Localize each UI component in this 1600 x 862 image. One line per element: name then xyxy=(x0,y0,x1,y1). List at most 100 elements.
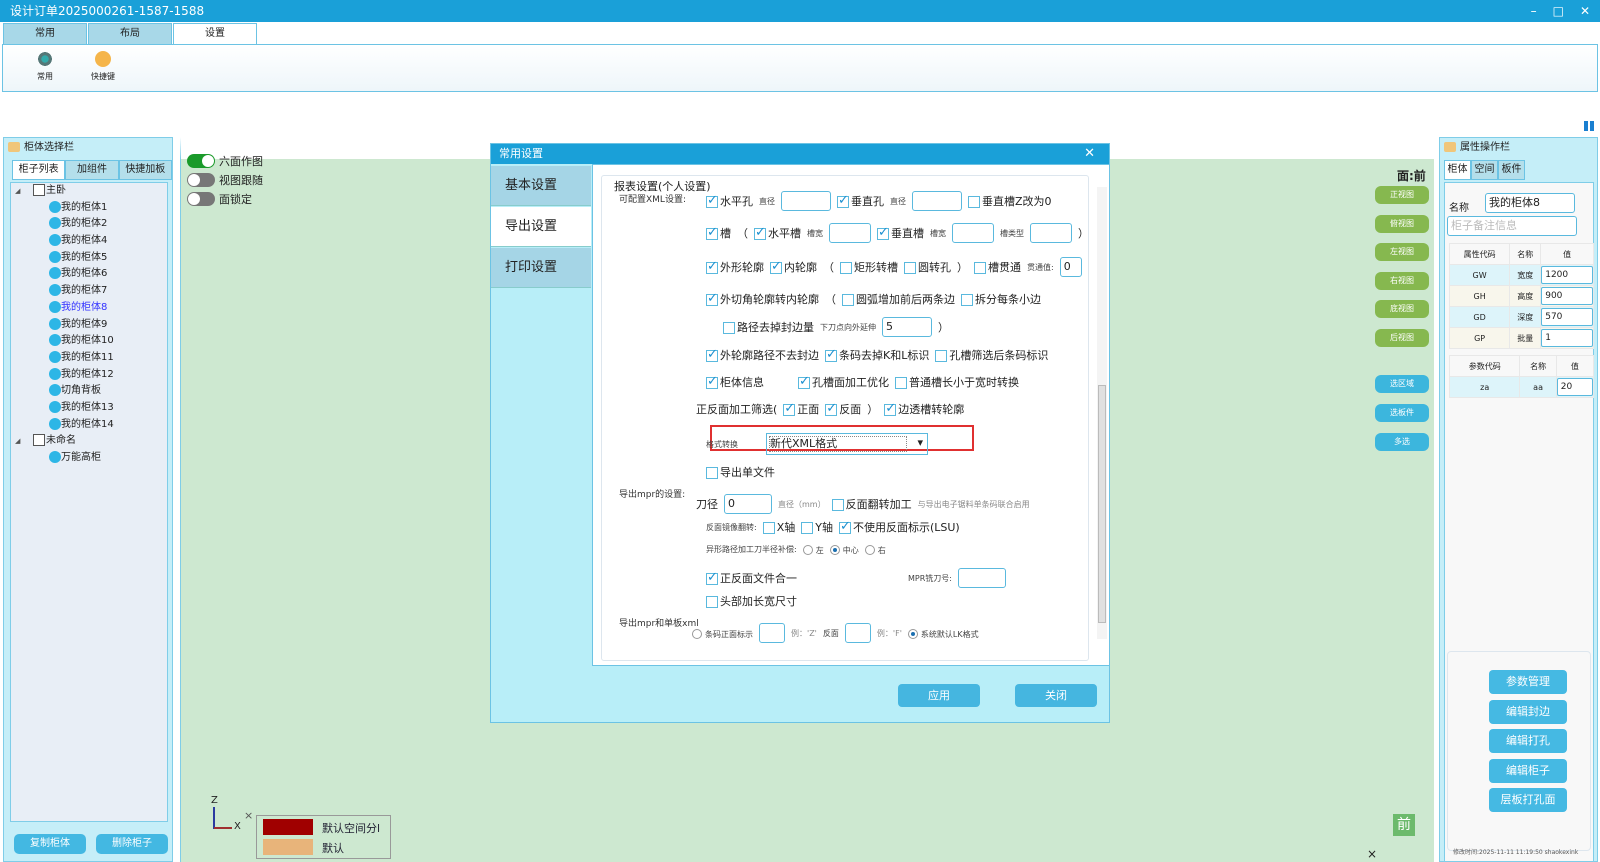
checkbox-10-3[interactable]: 反面翻转加工 xyxy=(831,496,912,512)
text-input[interactable] xyxy=(952,223,994,243)
action-button[interactable]: 层板打孔面 xyxy=(1489,788,1567,812)
radio[interactable] xyxy=(692,628,702,639)
checkbox[interactable] xyxy=(706,570,718,585)
toggle-face-lock[interactable]: 面锁定 xyxy=(187,191,252,207)
tab-layout[interactable]: 布局 xyxy=(88,23,172,45)
checkbox[interactable] xyxy=(754,225,766,240)
delete-cabinet-button[interactable]: 删除柜子 xyxy=(96,834,168,854)
checkbox[interactable] xyxy=(968,196,980,208)
checkbox[interactable] xyxy=(770,259,782,274)
checkbox[interactable] xyxy=(706,225,718,240)
checkbox-7-4[interactable]: 边透槽转轮廓 xyxy=(884,401,964,417)
value-input[interactable]: 900 xyxy=(1541,287,1593,305)
tab-quick-add-board[interactable]: 快捷加板 xyxy=(118,160,172,180)
action-button[interactable]: 编辑柜子 xyxy=(1489,758,1567,783)
checkbox-0-3[interactable]: 垂直孔 xyxy=(837,193,884,209)
close-button[interactable]: 关闭 xyxy=(1015,684,1097,707)
radio-12-3[interactable]: 右 xyxy=(864,543,886,556)
tree-item[interactable]: 我的柜体12 xyxy=(11,367,167,384)
tree-item[interactable]: 我的柜体5 xyxy=(11,250,167,267)
checkbox[interactable] xyxy=(762,522,775,534)
tree-item[interactable]: 我的柜体4 xyxy=(11,233,167,250)
checkbox-7-2[interactable]: 反面 xyxy=(825,401,861,417)
checkbox[interactable] xyxy=(877,225,889,240)
checkbox[interactable] xyxy=(961,294,973,306)
tab-common[interactable]: 常用 xyxy=(3,23,87,45)
select-button[interactable]: 多选 xyxy=(1375,433,1429,451)
select-button[interactable]: 选板件 xyxy=(1375,404,1429,422)
name-input[interactable]: 我的柜体8 xyxy=(1485,193,1575,213)
common-settings-button[interactable]: 常用 xyxy=(25,49,65,82)
view-button[interactable]: 右视图 xyxy=(1375,271,1429,290)
checkbox[interactable] xyxy=(831,499,844,511)
checkbox-3-2[interactable]: 圆弧增加前后两条边 xyxy=(842,291,955,307)
text-input[interactable]: 5 xyxy=(882,317,932,337)
checkbox[interactable] xyxy=(825,347,837,362)
tab-settings[interactable]: 设置 xyxy=(173,23,257,45)
tree-item[interactable]: 我的柜体9 xyxy=(11,317,167,334)
grid-icon[interactable] xyxy=(1584,121,1594,131)
checkbox-11-3[interactable]: 不使用反面标示(LSU) xyxy=(838,519,960,535)
tree-group[interactable]: ◢ 主卧 xyxy=(11,183,167,200)
checkbox-1-2[interactable]: 水平槽 xyxy=(754,225,801,241)
text-input[interactable] xyxy=(844,623,871,643)
tree-item[interactable]: 我的柜体7 xyxy=(11,283,167,300)
checkbox-6-0[interactable]: 柜体信息 xyxy=(706,374,764,390)
switch[interactable] xyxy=(187,173,215,187)
checkbox-2-0[interactable]: 外形轮廓 xyxy=(706,259,764,275)
tab-cabinet[interactable]: 柜体 xyxy=(1444,160,1471,180)
select-button[interactable]: 选区域 xyxy=(1375,375,1429,393)
tree-group[interactable]: ◢ 未命名 xyxy=(11,433,167,450)
text-input[interactable] xyxy=(781,191,831,211)
tab-space[interactable]: 空间 xyxy=(1471,160,1498,180)
text-input[interactable] xyxy=(912,191,962,211)
text-input[interactable] xyxy=(1030,223,1072,243)
checkbox-2-3[interactable]: 矩形转槽 xyxy=(840,259,898,275)
tree-item[interactable]: 我的柜体6 xyxy=(11,266,167,283)
checkbox-4-0[interactable]: 路径去掉封边量 xyxy=(723,319,814,335)
front-view-cube[interactable]: 前 xyxy=(1393,814,1415,836)
value-input[interactable]: 20 xyxy=(1556,378,1593,396)
toggle-view-follow[interactable]: 视图跟随 xyxy=(187,172,263,188)
checkbox-2-6[interactable]: 槽贯通 xyxy=(974,259,1021,275)
tree-item[interactable]: 我的柜体8 xyxy=(11,300,167,317)
switch[interactable] xyxy=(187,192,215,206)
text-input[interactable] xyxy=(957,568,1006,588)
radio-15-0[interactable]: 条码正面标示 xyxy=(692,627,753,640)
action-button[interactable]: 编辑封边 xyxy=(1489,699,1567,724)
checkbox[interactable] xyxy=(706,347,718,362)
checkbox[interactable] xyxy=(706,596,718,608)
checkbox-3-0[interactable]: 外切角轮廓转内轮廓 xyxy=(706,291,819,307)
legend-close-button[interactable]: × xyxy=(244,809,253,822)
value-input[interactable]: 570 xyxy=(1541,308,1593,326)
checkbox[interactable] xyxy=(842,294,854,306)
checkbox[interactable] xyxy=(895,377,907,389)
view-button[interactable]: 左视图 xyxy=(1375,243,1429,261)
checkbox-14-0[interactable]: 头部加长宽尺寸 xyxy=(706,593,797,609)
close-window-button[interactable]: ✕ xyxy=(1580,0,1590,22)
tree-item[interactable]: 我的柜体13 xyxy=(11,400,167,417)
checkbox-6-3[interactable]: 普通槽长小于宽时转换 xyxy=(895,374,1019,390)
radio[interactable] xyxy=(829,545,840,555)
checkbox[interactable] xyxy=(783,401,796,416)
checkbox[interactable] xyxy=(838,519,851,534)
toggle-six-face[interactable]: 六面作图 xyxy=(187,153,263,169)
view-button[interactable]: 底视图 xyxy=(1375,300,1429,318)
checkbox[interactable] xyxy=(840,262,852,274)
radio-12-2[interactable]: 中心 xyxy=(829,543,859,556)
checkbox-2-1[interactable]: 内轮廓 xyxy=(770,259,817,275)
checkbox-5-2[interactable]: 孔槽筛选后条码标识 xyxy=(935,347,1048,363)
checkbox-0-0[interactable]: 水平孔 xyxy=(706,193,753,209)
checkbox[interactable] xyxy=(706,467,718,479)
switch[interactable] xyxy=(187,154,215,168)
checkbox[interactable] xyxy=(723,322,735,334)
radio-12-1[interactable]: 左 xyxy=(802,543,824,556)
tree-item[interactable]: 我的柜体1 xyxy=(11,200,167,217)
tree-item[interactable]: 我的柜体11 xyxy=(11,350,167,367)
action-button[interactable]: 编辑打孔 xyxy=(1489,729,1567,753)
dialog-close-button[interactable]: ✕ xyxy=(1084,144,1095,164)
radio-15-6[interactable]: 系统默认LK格式 xyxy=(907,627,979,640)
remark-input[interactable]: 柜子备注信息 xyxy=(1447,216,1577,236)
checkbox-6-2[interactable]: 孔槽面加工优化 xyxy=(798,374,889,390)
checkbox-2-4[interactable]: 圆转孔 xyxy=(904,259,951,275)
